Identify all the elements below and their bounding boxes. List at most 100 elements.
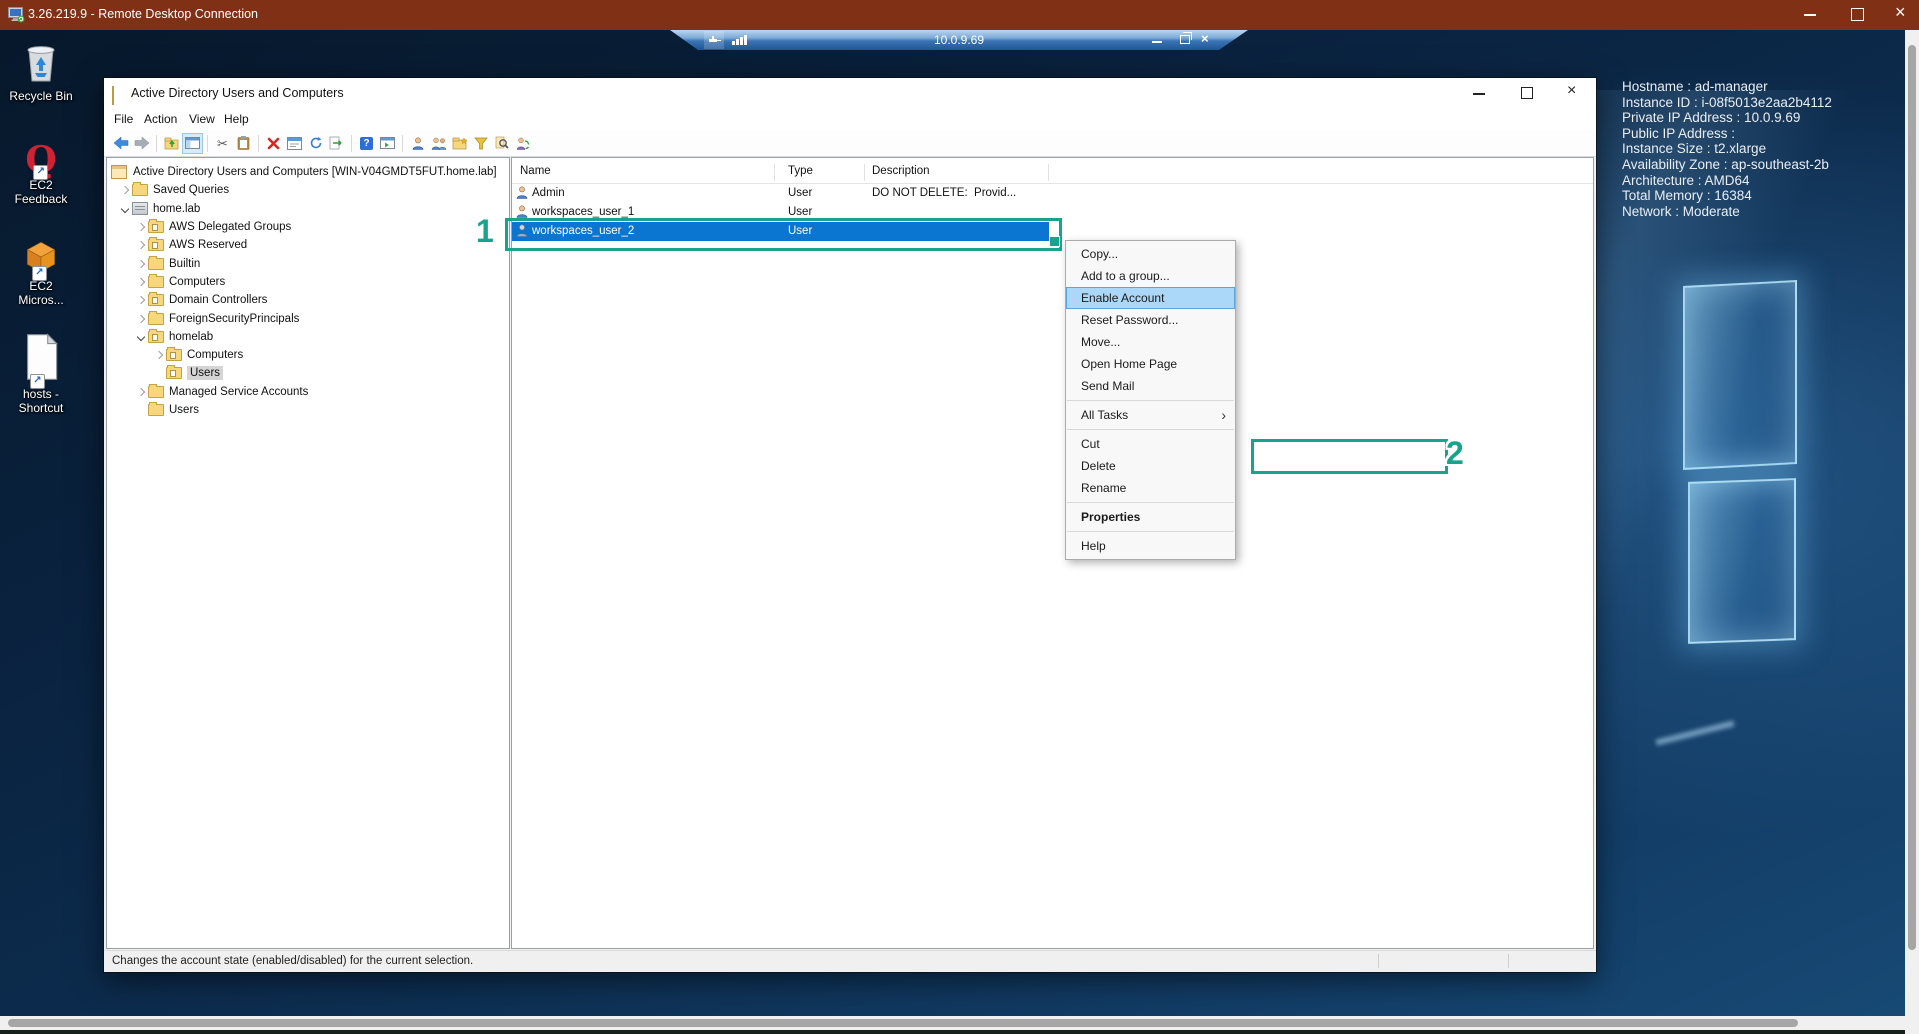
connection-bar-minimize-button[interactable]	[1152, 41, 1162, 43]
ou-folder-icon	[166, 349, 182, 361]
show-window-button[interactable]	[377, 133, 398, 154]
chevron-right-icon	[137, 278, 145, 286]
context-menu-send-mail[interactable]: Send Mail	[1066, 375, 1235, 397]
window-titlebar[interactable]: Active Directory Users and Computers	[104, 78, 1596, 108]
desktop-icon-hosts-shortcut[interactable]: hosts - Shortcut	[0, 332, 82, 415]
desktop-icon-recycle-bin[interactable]: Recycle Bin	[0, 40, 82, 103]
context-menu-all-tasks[interactable]: All Tasks	[1066, 404, 1235, 426]
tree-item-home-lab[interactable]: home.lab	[107, 200, 509, 218]
user-icon	[516, 186, 528, 202]
properties-button[interactable]	[284, 133, 305, 154]
menu-file[interactable]: File	[114, 112, 133, 126]
tree-item-homelab-computers[interactable]: Computers	[107, 346, 509, 364]
connection-bar-restore-button[interactable]	[1180, 35, 1190, 44]
desktop-icon-ec2-feedback[interactable]: Q EC2 Feedback	[0, 142, 82, 206]
console-tree-toggle-button[interactable]	[182, 133, 203, 154]
connection-bar-close-button[interactable]	[1201, 31, 1209, 46]
chevron-right-icon	[137, 387, 145, 395]
tree-item-builtin[interactable]: Builtin	[107, 254, 509, 272]
menu-help[interactable]: Help	[224, 112, 249, 126]
menu-action[interactable]: Action	[144, 112, 177, 126]
rdp-connection-bar: 10.0.9.69	[670, 30, 1248, 50]
help-button[interactable]: ?	[356, 133, 377, 154]
context-menu-rename[interactable]: Rename	[1066, 477, 1235, 499]
context-menu-cut[interactable]: Cut	[1066, 433, 1235, 455]
sysinfo-line: Instance ID : i-08f5013e2aa2b4112	[1622, 95, 1832, 111]
close-button[interactable]	[1895, 2, 1906, 23]
delete-button[interactable]	[263, 133, 284, 154]
light-streak	[1655, 720, 1734, 745]
list-rows: Admin User DO NOT DELETE: Provid... work…	[512, 184, 1593, 241]
list-row-workspaces-user-1[interactable]: workspaces_user_1 User	[512, 203, 1593, 222]
context-menu-move[interactable]: Move...	[1066, 331, 1235, 353]
list-row-admin[interactable]: Admin User DO NOT DELETE: Provid...	[512, 184, 1593, 203]
tree-item-saved-queries[interactable]: Saved Queries	[107, 181, 509, 199]
new-group-button[interactable]	[428, 133, 449, 154]
tree-item-homelab-users[interactable]: Users	[107, 364, 509, 382]
context-menu-enable-account[interactable]: Enable Account	[1066, 287, 1235, 309]
tree-item-homelab[interactable]: homelab	[107, 328, 509, 346]
connection-address: 10.0.9.69	[670, 33, 1248, 47]
document-shortcut-icon	[22, 332, 60, 387]
chevron-right-icon	[137, 259, 145, 267]
vertical-scrollbar[interactable]	[1905, 30, 1919, 1016]
tree-item-computers[interactable]: Computers	[107, 273, 509, 291]
context-menu-delete[interactable]: Delete	[1066, 455, 1235, 477]
column-header-type[interactable]: Type	[788, 165, 813, 177]
maximize-button[interactable]	[1521, 87, 1533, 99]
status-text: Changes the account state (enabled/disab…	[112, 955, 473, 967]
new-user-button[interactable]	[407, 133, 428, 154]
toolbar-separator	[156, 135, 157, 152]
tree-item-users[interactable]: Users	[107, 401, 509, 419]
tree-item-domain-controllers[interactable]: Domain Controllers	[107, 291, 509, 309]
close-button[interactable]	[1567, 82, 1576, 100]
up-one-level-button[interactable]	[161, 133, 182, 154]
sysinfo-line: Availability Zone : ap-southeast-2b	[1622, 157, 1832, 173]
menu-view[interactable]: View	[189, 112, 215, 126]
refresh-button[interactable]	[305, 133, 326, 154]
sysinfo-line: Architecture : AMD64	[1622, 173, 1832, 189]
find-button[interactable]	[491, 133, 512, 154]
vertical-scrollbar-thumb[interactable]	[1908, 45, 1916, 950]
list-row-workspaces-user-2[interactable]: workspaces_user_2 User	[512, 222, 1049, 241]
tree-item-managed-service-accounts[interactable]: Managed Service Accounts	[107, 383, 509, 401]
user-icon	[516, 205, 528, 221]
cut-button[interactable]: ✂	[212, 133, 233, 154]
desktop-icon-ec2-microsoft-ad[interactable]: EC2 Micros...	[0, 240, 82, 307]
tree-item-root[interactable]: Active Directory Users and Computers [WI…	[107, 163, 509, 181]
change-domain-button[interactable]	[512, 133, 533, 154]
paste-button[interactable]	[233, 133, 254, 154]
column-header-description[interactable]: Description	[872, 165, 930, 177]
tree-item-aws-reserved[interactable]: AWS Reserved	[107, 236, 509, 254]
context-menu-copy[interactable]: Copy...	[1066, 243, 1235, 265]
q-feedback-icon: Q	[25, 142, 56, 178]
new-ou-button[interactable]	[449, 133, 470, 154]
export-list-button[interactable]	[326, 133, 347, 154]
chevron-right-icon	[137, 314, 145, 322]
shortcut-arrow-icon	[32, 266, 47, 281]
tree-item-aws-delegated-groups[interactable]: AWS Delegated Groups	[107, 218, 509, 236]
console-tree-pane: Active Directory Users and Computers [WI…	[106, 157, 510, 949]
horizontal-scrollbar[interactable]	[0, 1016, 1905, 1030]
chevron-right-icon	[137, 296, 145, 304]
context-menu-properties[interactable]: Properties	[1066, 506, 1235, 528]
minimize-button[interactable]	[1804, 14, 1816, 16]
context-menu-open-home-page[interactable]: Open Home Page	[1066, 353, 1235, 375]
forward-button[interactable]	[131, 133, 152, 154]
maximize-button[interactable]	[1851, 8, 1864, 21]
tree-item-foreign-security-principals[interactable]: ForeignSecurityPrincipals	[107, 309, 509, 327]
filter-button[interactable]	[470, 133, 491, 154]
column-header-name[interactable]: Name	[520, 165, 551, 177]
context-menu-add-to-group[interactable]: Add to a group...	[1066, 265, 1235, 287]
rdp-titlebar[interactable]: 3.26.219.9 - Remote Desktop Connection	[0, 0, 1919, 30]
back-button[interactable]	[110, 133, 131, 154]
menu-separator	[1067, 502, 1234, 503]
context-menu-reset-password[interactable]: Reset Password...	[1066, 309, 1235, 331]
chevron-right-icon	[155, 351, 163, 359]
horizontal-scrollbar-thumb[interactable]	[8, 1019, 1798, 1027]
list-header: Name Type Description	[512, 162, 1593, 184]
context-menu-help[interactable]: Help	[1066, 535, 1235, 557]
folder-icon	[132, 184, 148, 196]
minimize-button[interactable]	[1473, 93, 1485, 95]
domain-icon	[132, 202, 148, 215]
